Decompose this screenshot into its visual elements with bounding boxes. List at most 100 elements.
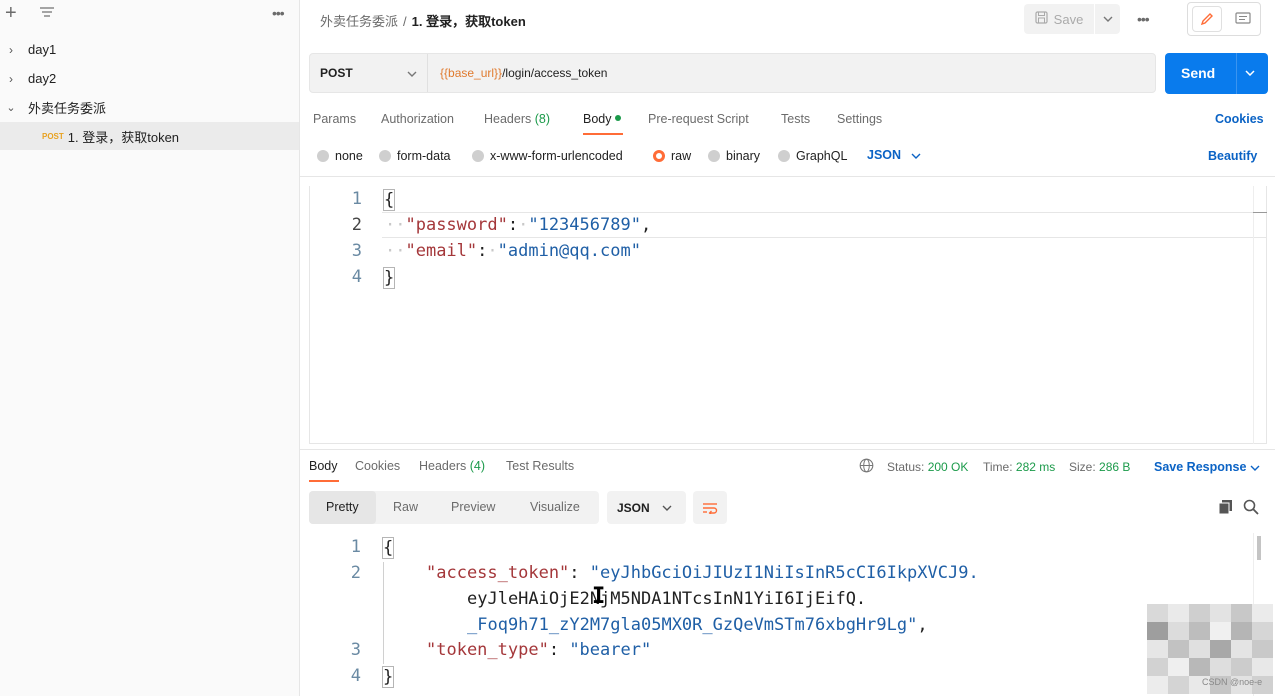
radio-none[interactable]: none xyxy=(317,149,363,163)
line-number: 1 xyxy=(351,189,362,209)
chevron-down-icon[interactable] xyxy=(1245,65,1255,79)
request-url-bar: POST {{base_url}}/login/access_token xyxy=(309,53,1156,93)
sidebar-item-day1[interactable]: › day1 xyxy=(0,35,299,64)
tab-settings[interactable]: Settings xyxy=(837,112,882,126)
body-language-select[interactable]: JSON xyxy=(867,148,921,162)
active-response-tab-indicator xyxy=(309,480,339,482)
request-name: 1. 登录，获取token xyxy=(67,129,180,145)
response-tab-body[interactable]: Body xyxy=(309,459,338,473)
view-preview[interactable]: Preview xyxy=(451,500,495,514)
edit-mode-button[interactable] xyxy=(1192,6,1222,32)
chevron-down-icon xyxy=(662,505,672,511)
chevron-down-icon xyxy=(1103,16,1112,22)
save-response-button[interactable]: Save Response xyxy=(1154,460,1260,474)
line-number: 3 xyxy=(350,640,361,660)
json-value: "123456789" xyxy=(528,215,641,235)
sidebar-toolbar: + ••• xyxy=(0,0,300,30)
wrap-icon xyxy=(703,502,718,514)
beautify-link[interactable]: Beautify xyxy=(1208,149,1257,163)
tab-params[interactable]: Params xyxy=(313,112,356,126)
line-number: 2 xyxy=(351,215,362,235)
open-brace: { xyxy=(383,189,396,211)
close-brace: } xyxy=(383,267,396,289)
time-value: 282 ms xyxy=(1015,460,1056,474)
sidebar: + ••• › day1 › day2 ⌄ 外卖任务委派 POST 1. 登录，… xyxy=(0,0,300,696)
open-brace: { xyxy=(382,537,395,559)
save-button[interactable]: Save xyxy=(1024,4,1094,34)
json-value-continued: _Foq9h71_zY2M7gla05MX0R_GzQeVmSTm76xbgHr… xyxy=(467,615,918,635)
send-button[interactable]: Send xyxy=(1165,53,1268,94)
line-number: 3 xyxy=(351,241,362,261)
breadcrumb-parent[interactable]: 外卖任务委派 xyxy=(320,14,398,29)
size-value: 286 B xyxy=(1099,460,1131,474)
wrap-lines-button[interactable] xyxy=(693,491,727,524)
tab-authorization[interactable]: Authorization xyxy=(381,112,454,126)
radio-urlencoded[interactable]: x-www-form-urlencoded xyxy=(472,149,623,163)
chevron-down-icon[interactable]: ⌄ xyxy=(0,101,22,114)
response-tab-headers[interactable]: Headers (4) xyxy=(419,459,485,473)
scrollbar-thumb[interactable] xyxy=(1257,536,1261,560)
plus-icon[interactable]: + xyxy=(5,3,17,23)
view-raw[interactable]: Raw xyxy=(393,500,418,514)
response-tab-cookies[interactable]: Cookies xyxy=(355,459,400,473)
send-label: Send xyxy=(1181,65,1216,81)
chevron-down-icon xyxy=(911,153,921,159)
cookies-link[interactable]: Cookies xyxy=(1215,112,1264,126)
method-badge: POST xyxy=(42,131,64,141)
sidebar-item-folder[interactable]: ⌄ 外卖任务委派 xyxy=(0,93,299,122)
view-visualize[interactable]: Visualize xyxy=(530,500,580,514)
view-pretty[interactable]: Pretty xyxy=(326,500,359,514)
chevron-down-icon xyxy=(407,66,417,80)
mode-switch xyxy=(1187,2,1261,36)
sidebar-search-input[interactable] xyxy=(30,2,263,26)
documentation-button[interactable] xyxy=(1228,6,1258,32)
line-number: 2 xyxy=(350,563,361,583)
json-key: "token_type" xyxy=(426,640,549,660)
sidebar-item-label: 外卖任务委派 xyxy=(28,101,107,116)
globe-icon[interactable] xyxy=(859,458,874,476)
radio-binary[interactable]: binary xyxy=(708,149,760,163)
comment-icon xyxy=(1235,12,1251,24)
json-key: "password" xyxy=(405,215,508,235)
close-brace: } xyxy=(382,666,395,688)
editor-scrollbar[interactable] xyxy=(1253,186,1267,444)
search-icon[interactable] xyxy=(1243,499,1259,518)
sidebar-item-day2[interactable]: › day2 xyxy=(0,64,299,93)
radio-graphql[interactable]: GraphQL xyxy=(778,149,847,163)
chevron-right-icon[interactable]: › xyxy=(0,72,22,86)
breadcrumb: 外卖任务委派/1. 登录，获取token xyxy=(320,14,526,29)
tab-headers[interactable]: Headers (8) xyxy=(484,112,550,126)
tab-prerequest-script[interactable]: Pre-request Script xyxy=(648,112,749,126)
method-select[interactable]: POST xyxy=(310,54,428,92)
sidebar-item-label: day1 xyxy=(28,42,57,57)
line-number: 4 xyxy=(351,267,362,287)
page-title[interactable]: 1. 登录，获取token xyxy=(412,14,526,29)
sidebar-item-label: day2 xyxy=(28,71,57,86)
url-input[interactable]: {{base_url}}/login/access_token xyxy=(440,66,607,80)
filter-icon[interactable] xyxy=(40,7,54,22)
response-tab-test-results[interactable]: Test Results xyxy=(506,459,574,473)
time-readout[interactable]: Time: 282 ms xyxy=(983,460,1055,474)
json-key: "access_token" xyxy=(426,563,570,583)
json-value: "eyJhbGciOiJIUzI1NiIsInR5cCI6IkpXVCJ9. xyxy=(589,563,979,583)
chevron-down-icon xyxy=(1250,465,1260,471)
copy-icon[interactable] xyxy=(1218,499,1233,517)
status-value: 200 OK xyxy=(927,460,969,474)
pencil-icon xyxy=(1200,13,1213,26)
tab-tests[interactable]: Tests xyxy=(781,112,810,126)
url-path: /login/access_token xyxy=(502,66,608,80)
chevron-right-icon[interactable]: › xyxy=(0,43,22,57)
status-readout[interactable]: Status: 200 OK xyxy=(887,460,968,474)
size-readout[interactable]: Size: 286 B xyxy=(1069,460,1130,474)
save-icon xyxy=(1035,11,1048,27)
tab-body[interactable]: Body xyxy=(583,112,621,126)
more-icon[interactable]: ••• xyxy=(272,5,285,21)
response-format-select[interactable]: JSON xyxy=(607,491,686,524)
headers-count: (4) xyxy=(469,459,486,473)
radio-form-data[interactable]: form-data xyxy=(379,149,451,163)
more-options-icon[interactable]: ••• xyxy=(1137,11,1150,27)
json-value: "bearer" xyxy=(569,640,652,660)
sidebar-request-item[interactable]: POST 1. 登录，获取token xyxy=(0,122,299,150)
save-dropdown-button[interactable] xyxy=(1095,4,1120,34)
radio-raw[interactable]: raw xyxy=(653,149,691,163)
